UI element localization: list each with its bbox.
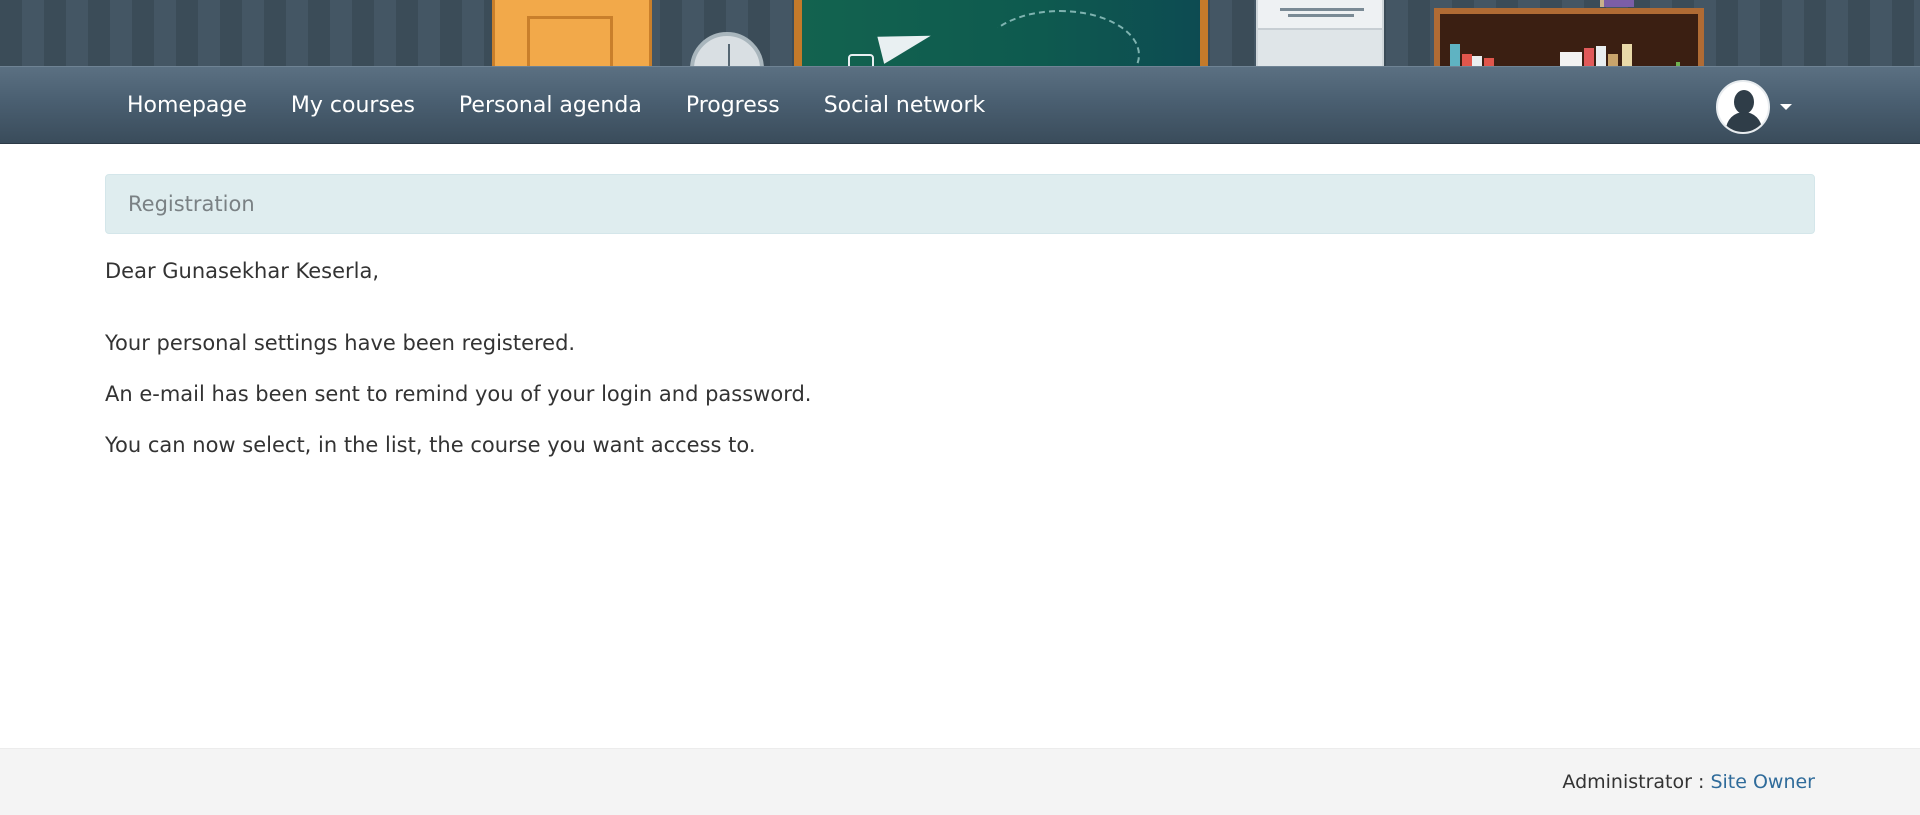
footer-admin-info: Administrator : Site Owner	[1562, 749, 1815, 815]
nav-item-social-network[interactable]: Social network	[802, 67, 1008, 145]
banner-clock-illustration	[690, 32, 764, 66]
page-title: Registration	[105, 174, 1815, 234]
banner-bookshelf-illustration	[1434, 8, 1704, 66]
main-navbar: Homepage My courses Personal agenda Prog…	[0, 66, 1920, 144]
banner-door-illustration	[492, 0, 652, 66]
greeting-text: Dear Gunasekhar Keserla,	[105, 259, 380, 283]
banner-poster-illustration	[1256, 0, 1384, 66]
user-avatar-icon[interactable]	[1716, 80, 1770, 134]
banner-book-illustration	[1600, 0, 1634, 7]
nav-menu: Homepage My courses Personal agenda Prog…	[105, 67, 1007, 145]
user-menu-toggle[interactable]	[1716, 80, 1792, 134]
footer-admin-label: Administrator :	[1562, 771, 1705, 793]
nav-item-personal-agenda[interactable]: Personal agenda	[437, 67, 664, 145]
nav-item-homepage[interactable]: Homepage	[105, 67, 269, 145]
confirmation-line-email: An e-mail has been sent to remind you of…	[105, 382, 812, 406]
confirmation-line-courses: You can now select, in the list, the cou…	[105, 433, 756, 457]
confirmation-line-settings: Your personal settings have been registe…	[105, 331, 576, 355]
nav-item-my-courses[interactable]: My courses	[269, 67, 437, 145]
main-content: Registration Dear Gunasekhar Keserla, Yo…	[105, 174, 1815, 460]
header-banner	[0, 0, 1920, 66]
footer-admin-link[interactable]: Site Owner	[1710, 771, 1815, 793]
nav-item-progress[interactable]: Progress	[664, 67, 802, 145]
page-footer: Administrator : Site Owner	[0, 748, 1920, 815]
banner-chalk-drawing	[848, 54, 874, 66]
caret-down-icon[interactable]	[1780, 104, 1792, 110]
